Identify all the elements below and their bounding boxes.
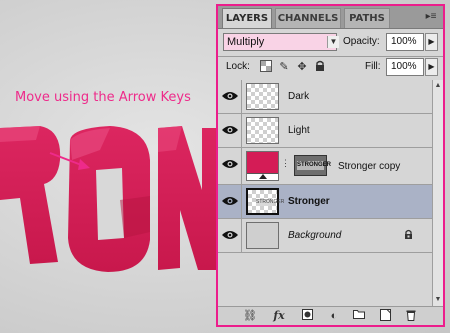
layers-list: Dark Light ⋮ STRONGER Stronger copy STRO… — [218, 80, 432, 306]
scroll-down-icon[interactable]: ▼ — [433, 294, 443, 306]
layer-name: Dark — [288, 91, 310, 102]
add-mask-icon[interactable] — [300, 309, 314, 323]
layer-thumbnail: STRONGER — [246, 188, 285, 215]
layer-name: Stronger copy — [338, 161, 401, 172]
tab-layers[interactable]: LAYERS — [222, 8, 272, 28]
eye-icon — [222, 126, 238, 134]
eye-icon — [222, 197, 238, 205]
fill-slider-arrow-icon[interactable]: ▶ — [425, 58, 438, 76]
blend-mode-select[interactable]: Multiply ▼ — [223, 33, 339, 51]
layer-row-light[interactable]: Light — [218, 114, 432, 148]
visibility-toggle[interactable] — [218, 219, 242, 253]
opacity-label: Opacity: — [343, 36, 380, 47]
hint-text: Move using the Arrow Keys — [15, 90, 191, 105]
opacity-input[interactable]: 100% — [386, 33, 424, 51]
stronger-text-art — [0, 126, 220, 272]
lock-label: Lock: — [226, 61, 250, 72]
lock-image-icon[interactable]: ✎ — [277, 60, 291, 74]
layer-thumbnail — [246, 222, 279, 249]
layer-row-stronger[interactable]: STRONGER Stronger — [218, 185, 432, 219]
visibility-toggle[interactable] — [218, 80, 242, 114]
lock-position-icon[interactable]: ✥ — [295, 60, 309, 74]
lock-transparent-icon[interactable] — [259, 60, 273, 74]
adjustment-layer-icon[interactable]: ◐ — [326, 309, 342, 323]
panel-tab-bar: LAYERS CHANNELS PATHS ▸≡ — [218, 6, 443, 29]
chevron-down-icon[interactable]: ▼ — [327, 36, 339, 48]
layer-thumbnail — [246, 83, 279, 110]
fx-icon[interactable]: fx — [268, 309, 290, 323]
fill-indicator-icon — [247, 173, 278, 180]
layer-row-dark[interactable]: Dark — [218, 80, 432, 114]
lock-row: Lock: ✎ ✥ Fill: 100% ▶ — [218, 56, 443, 80]
opacity-slider-arrow-icon[interactable]: ▶ — [425, 33, 438, 51]
panel-menu-icon[interactable]: ▸≡ — [423, 10, 439, 24]
layer-row-stronger-copy[interactable]: ⋮ STRONGER Stronger copy — [218, 148, 432, 185]
delete-layer-icon[interactable] — [404, 309, 418, 323]
fill-input[interactable]: 100% — [386, 58, 424, 76]
layer-name: Stronger — [288, 196, 330, 207]
layer-row-background[interactable]: Background — [218, 219, 432, 253]
fill-label: Fill: — [365, 61, 381, 72]
blend-mode-value: Multiply — [227, 36, 265, 48]
scroll-up-icon[interactable]: ▲ — [433, 80, 443, 92]
visibility-toggle[interactable] — [218, 185, 242, 219]
eye-icon — [222, 160, 238, 168]
new-group-icon[interactable] — [352, 309, 366, 323]
layers-scrollbar[interactable]: ▲ ▼ — [432, 80, 443, 306]
layer-mask-thumbnail: STRONGER — [294, 155, 332, 176]
fill-layer-thumbnail — [246, 151, 279, 181]
blend-row: Multiply ▼ Opacity: 100% ▶ — [218, 30, 443, 56]
lock-icon — [404, 229, 413, 243]
layer-name: Light — [288, 125, 310, 136]
panel-bottom-bar: ⛓ fx ◐ — [218, 306, 443, 325]
tab-channels[interactable]: CHANNELS — [275, 8, 341, 28]
lock-all-icon[interactable] — [313, 60, 327, 74]
thumb-text: STRONGER — [256, 199, 285, 206]
layer-name: Background — [288, 230, 342, 241]
eye-icon — [222, 92, 238, 100]
link-layers-icon[interactable]: ⛓ — [242, 309, 258, 323]
tab-paths[interactable]: PATHS — [344, 8, 390, 28]
layer-thumbnail — [246, 117, 279, 144]
link-icon: ⋮ — [281, 158, 290, 168]
mask-text: STRONGER — [297, 161, 332, 170]
eye-icon — [222, 231, 238, 239]
layers-panel: LAYERS CHANNELS PATHS ▸≡ Multiply ▼ Opac… — [216, 4, 445, 327]
visibility-toggle[interactable] — [218, 148, 242, 185]
new-layer-icon[interactable] — [378, 309, 392, 323]
visibility-toggle[interactable] — [218, 114, 242, 148]
